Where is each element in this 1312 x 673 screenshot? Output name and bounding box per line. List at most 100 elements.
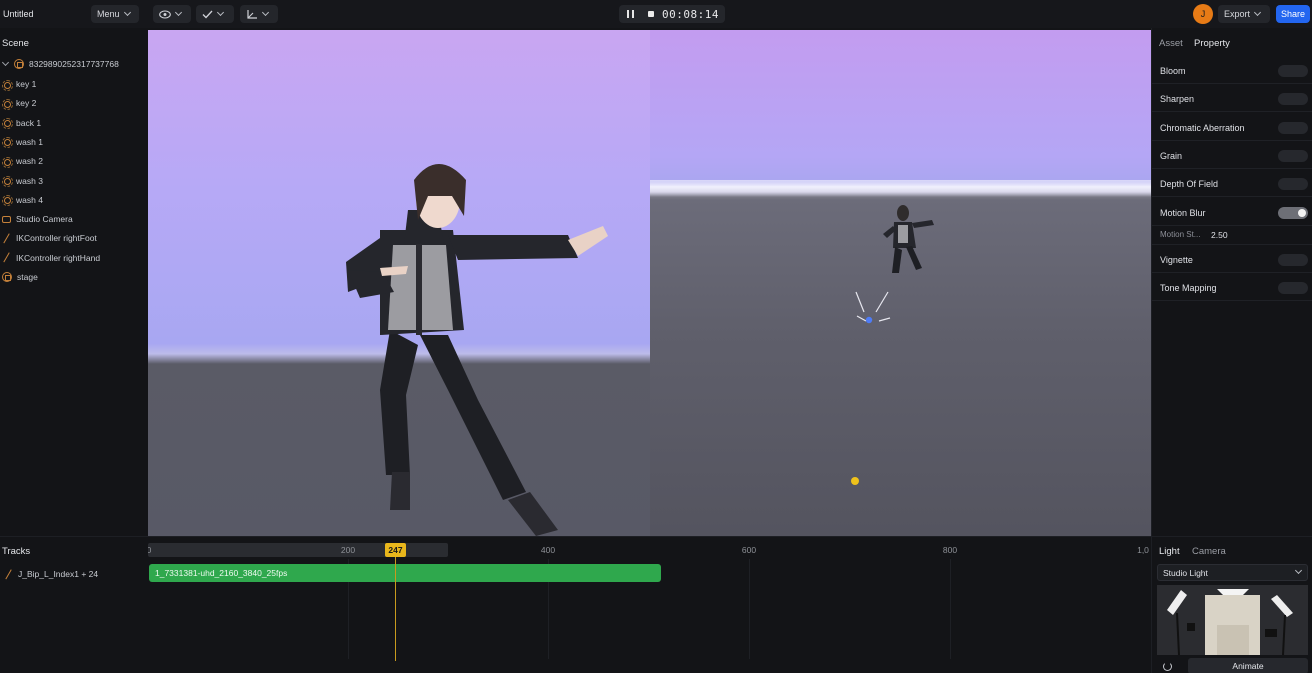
ruler-tick-label: 600	[741, 545, 757, 555]
timecode-display: 00:08:14	[662, 8, 719, 21]
effect-toggle[interactable]	[1278, 121, 1308, 134]
mesh-icon	[2, 272, 12, 282]
effect-label: Depth Of Field	[1160, 179, 1219, 190]
export-button[interactable]: Export	[1218, 5, 1270, 23]
timeline[interactable]: 0 200 400 600 800 1,0 1_7331381-uhd_2160…	[148, 536, 1151, 673]
tracks-panel: Tracks J_Bip_L_Index1 + 24	[0, 536, 148, 673]
effect-row-bloom: Bloom	[1152, 56, 1312, 84]
bone-icon	[2, 253, 11, 262]
refresh-icon[interactable]	[1163, 662, 1172, 671]
effect-label: Bloom	[1160, 66, 1186, 76]
chevron-down-icon[interactable]	[1, 58, 10, 67]
camera-viewport[interactable]	[148, 30, 650, 536]
view-mode-button[interactable]	[153, 5, 191, 23]
tab-asset[interactable]: Asset	[1159, 38, 1183, 49]
light-icon	[2, 137, 13, 149]
scene-item-ikcontroller-rightfoot[interactable]: IKController rightFoot	[2, 230, 97, 246]
character-model-small	[883, 205, 934, 273]
playback-controls: 00:08:14	[619, 5, 725, 23]
menu-button[interactable]: Menu	[91, 5, 139, 23]
track-label: J_Bip_L_Index1 + 24	[18, 569, 99, 579]
effect-toggle[interactable]	[1278, 93, 1308, 106]
document-title[interactable]: Untitled	[3, 9, 34, 19]
light-icon	[2, 79, 13, 91]
pause-icon[interactable]	[627, 10, 634, 18]
scene-item-studio-camera[interactable]: Studio Camera	[2, 211, 73, 227]
light-preset-value: Studio Light	[1163, 568, 1208, 578]
effect-toggle[interactable]	[1278, 178, 1308, 191]
chevron-down-icon	[1253, 8, 1262, 17]
character-model	[346, 164, 608, 536]
share-button[interactable]: Share	[1276, 5, 1310, 23]
playhead-frame-badge[interactable]: 247	[385, 543, 406, 557]
light-icon	[2, 118, 13, 130]
animate-button[interactable]: Animate	[1188, 658, 1308, 673]
scene-item-label: IKController rightHand	[16, 252, 101, 263]
scene-item-ikcontroller-righthand[interactable]: IKController rightHand	[2, 250, 100, 266]
scene-item-label: wash 4	[16, 194, 43, 205]
scene-item-label: back 1	[16, 117, 42, 128]
user-avatar[interactable]: J	[1193, 4, 1213, 24]
effect-toggle[interactable]	[1278, 253, 1308, 266]
snap-button[interactable]	[196, 5, 234, 23]
camera-icon	[2, 215, 11, 223]
stop-icon[interactable]	[648, 11, 654, 17]
effect-toggle[interactable]	[1278, 282, 1308, 295]
effect-toggle[interactable]	[1278, 149, 1308, 162]
scene-item-back-1[interactable]: back 1	[2, 115, 41, 131]
chevron-down-icon	[216, 8, 225, 17]
perspective-viewport[interactable]	[650, 30, 1151, 536]
effect-toggle[interactable]	[1278, 206, 1308, 219]
effect-label: Vignette	[1160, 254, 1193, 265]
studio-preview-image	[1157, 585, 1308, 655]
scene-item-stage[interactable]: stage	[2, 269, 38, 285]
top-bar: Untitled Menu 00:08:14 J Export Share	[0, 0, 1312, 28]
tab-camera[interactable]: Camera	[1192, 546, 1226, 557]
light-preset-select[interactable]: Studio Light	[1157, 564, 1308, 581]
track-item[interactable]: J_Bip_L_Index1 + 24	[4, 566, 98, 582]
chevron-down-icon	[174, 8, 183, 17]
ruler-tick-label: 0	[148, 545, 151, 555]
motion-strength-row[interactable]: Motion St... 2.50	[1152, 226, 1312, 245]
scene-item-wash-3[interactable]: wash 3	[2, 173, 43, 189]
effect-toggle[interactable]	[1278, 65, 1308, 77]
light-panel: Light Camera Studio Light Animate	[1151, 536, 1312, 673]
light-icon	[2, 98, 13, 110]
grid-line	[950, 559, 951, 659]
transform-gizmo-button[interactable]	[240, 5, 278, 23]
tracks-panel-title: Tracks	[2, 546, 31, 557]
motion-strength-label: Motion St...	[1160, 229, 1201, 239]
effect-row-depth-of-field: Depth Of Field	[1152, 169, 1312, 198]
effect-label: Grain	[1160, 150, 1183, 161]
ruler-tick-label: 800	[942, 545, 958, 555]
scene-overview	[851, 205, 934, 485]
tab-property[interactable]: Property	[1194, 38, 1230, 49]
scene-root-item[interactable]: 8329890252317737768	[0, 56, 119, 72]
playhead-line[interactable]	[395, 555, 396, 661]
tab-light[interactable]: Light	[1159, 546, 1180, 557]
effect-row-sharpen: Sharpen	[1152, 84, 1312, 113]
eye-icon	[159, 9, 171, 19]
bone-icon	[2, 234, 11, 243]
scene-item-wash-4[interactable]: wash 4	[2, 192, 43, 208]
effect-label: Sharpen	[1160, 94, 1195, 105]
video-clip[interactable]: 1_7331381-uhd_2160_3840_25fps	[149, 564, 661, 582]
light-preset-preview	[1157, 585, 1308, 655]
effect-label: Tone Mapping	[1160, 283, 1217, 294]
scene-item-label: stage	[17, 272, 38, 282]
light-gizmo-icon	[855, 291, 891, 324]
effect-row-grain: Grain	[1152, 141, 1312, 169]
bone-icon	[4, 570, 13, 579]
effect-row-motion-blur: Motion Blur	[1152, 198, 1312, 226]
scene-item-key-2[interactable]: key 2	[2, 95, 36, 111]
scene-panel: Scene 8329890252317737768 key 1 key 2 back…	[0, 28, 148, 536]
scene-item-label: wash 3	[16, 175, 43, 186]
ruler-tick-label: 1,0	[1137, 545, 1149, 555]
menu-label: Menu	[97, 9, 120, 19]
scene-item-key-1[interactable]: key 1	[2, 76, 36, 92]
scene-item-wash-1[interactable]: wash 1	[2, 134, 43, 150]
motion-strength-value[interactable]: 2.50	[1211, 230, 1228, 240]
chevron-down-icon	[123, 8, 131, 17]
scene-item-wash-2[interactable]: wash 2	[2, 153, 43, 169]
grid-line	[749, 559, 750, 659]
